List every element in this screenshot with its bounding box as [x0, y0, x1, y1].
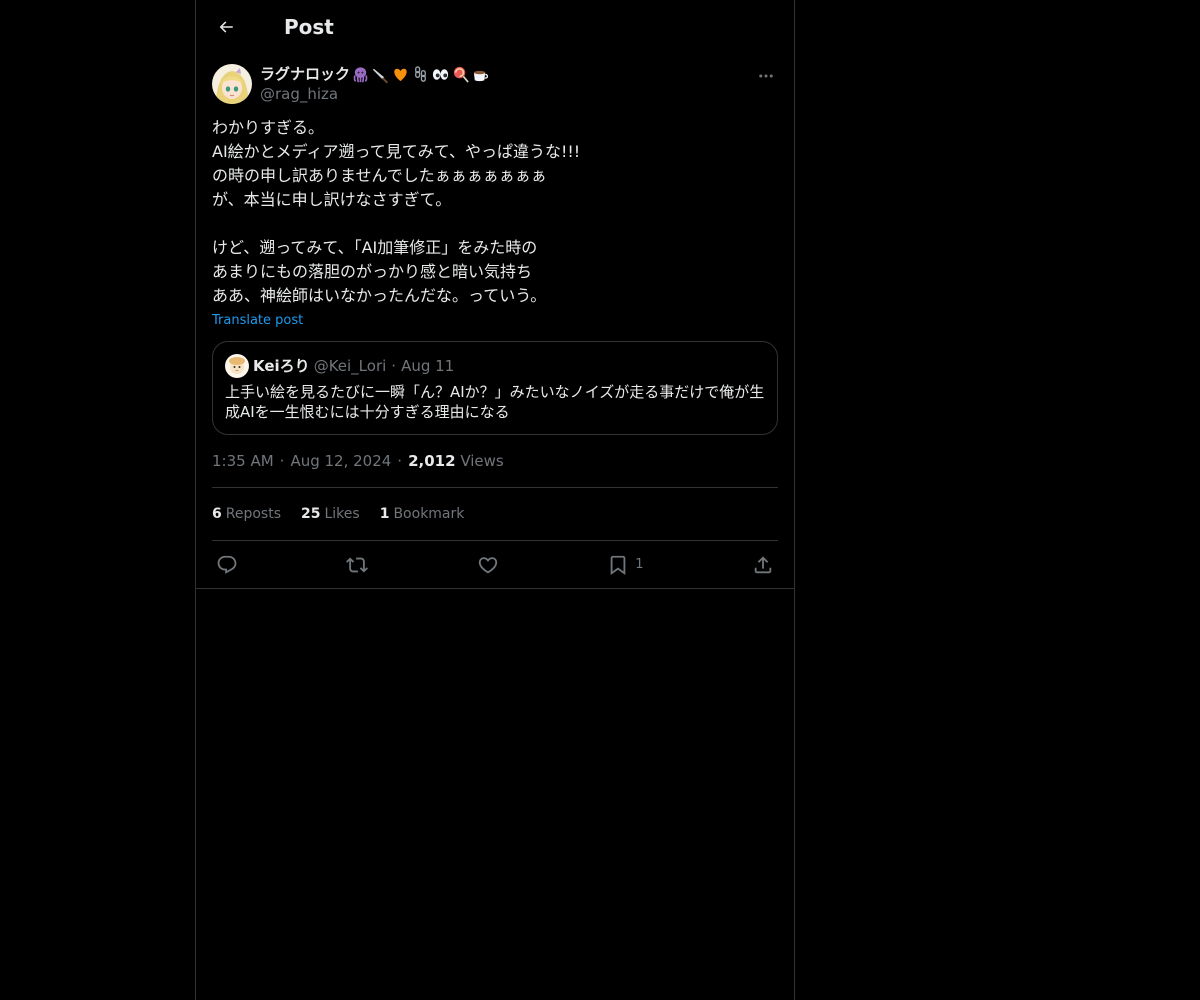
quoted-author-name: Keiろり [253, 357, 310, 375]
post-meta: 1:35 AM · Aug 12, 2024 · 2,012 Views [212, 451, 778, 488]
likes-label: Likes [324, 506, 360, 522]
post-text-line [212, 212, 778, 236]
post-text-line: わかりすぎる。 [212, 118, 325, 137]
share-button[interactable] [752, 554, 774, 576]
eyes-emoji-icon [432, 68, 449, 80]
post-date[interactable]: Aug 12, 2024 [290, 452, 391, 470]
post-time[interactable]: 1:35 AM [212, 452, 274, 470]
reply-icon [217, 555, 237, 574]
bookmark-icon [610, 555, 626, 575]
quoted-post-text: 上手い絵を見るたびに一瞬「ん？AIか？」みたいなノイズが走る事だけで俺が生成AI… [225, 383, 765, 421]
views-label: Views [460, 452, 504, 470]
quoted-post-header: Keiろり @Kei_Lori · Aug 11 [225, 354, 765, 378]
bookmarks-stat[interactable]: 1 Bookmark [380, 506, 465, 522]
repost-button[interactable] [346, 554, 369, 576]
chains-emoji-icon [415, 65, 426, 82]
views-count: 2,012 [408, 452, 456, 470]
post-header: Post [196, 0, 794, 53]
post-text-line: の時の申し訳ありませんでしたぁぁぁぁぁぁぁ [212, 166, 547, 185]
author-display-name: ラグナロック [260, 65, 351, 83]
share-icon [754, 555, 772, 573]
post-actions: 1 [212, 541, 778, 588]
bookmarks-label: Bookmark [393, 506, 465, 522]
lollipop-emoji-icon [453, 66, 469, 83]
more-options-button[interactable] [756, 66, 776, 86]
octopus-emoji-icon [353, 66, 368, 83]
name-emojis [351, 65, 490, 84]
like-button[interactable] [477, 554, 499, 576]
translate-post-link[interactable]: Translate post [212, 312, 303, 330]
coffee-emoji-icon [473, 70, 489, 81]
bookmark-button[interactable]: 1 [607, 554, 644, 576]
primary-column: Post ラグナロック @rag_hiza わかりすぎる。 AI絵かとメディア遡… [195, 0, 795, 1000]
page-title: Post [284, 14, 334, 39]
post-bottom-divider [196, 588, 794, 589]
heart-icon [478, 556, 498, 573]
knife-emoji-icon [372, 68, 389, 84]
orange-heart-emoji-icon [394, 68, 407, 81]
reposts-label: Reposts [225, 506, 281, 522]
post-text-line: が、本当に申し訳けなさすぎて。 [212, 190, 452, 209]
repost-icon [346, 557, 369, 572]
quoted-post-date: Aug 11 [401, 357, 455, 375]
author-row: ラグナロック @rag_hiza [212, 64, 778, 104]
quoted-post[interactable]: Keiろり @Kei_Lori · Aug 11 上手い絵を見るたびに一瞬「ん？… [212, 341, 778, 435]
post-text-line: AI絵かとメディア遡って見てみて、やっぱ違うな!!! [212, 142, 581, 161]
more-horizontal-icon [759, 74, 773, 78]
author-handle[interactable]: @rag_hiza [260, 84, 490, 104]
reposts-count: 6 [212, 506, 222, 522]
post-stats: 6 Reposts 25 Likes 1 Bookmark [212, 488, 778, 541]
quoted-author-handle: @Kei_Lori [313, 357, 387, 375]
author-info: ラグナロック @rag_hiza [260, 64, 490, 104]
bookmarks-count: 1 [379, 506, 390, 522]
meta-separator: · [397, 452, 403, 470]
author-avatar[interactable] [212, 64, 252, 104]
post-text-line: けど、遡ってみて、「AI加筆修正」をみた時の [212, 238, 538, 257]
post-article: ラグナロック @rag_hiza わかりすぎる。 AI絵かとメディア遡って見てみ… [196, 64, 794, 588]
quoted-separator: · [391, 357, 397, 375]
post-text-line: ああ、神絵師はいなかったんだな。っていう。 [212, 286, 547, 305]
likes-count: 25 [301, 506, 321, 522]
quoted-author-avatar [225, 354, 249, 378]
post-text: わかりすぎる。 AI絵かとメディア遡って見てみて、やっぱ違うな!!! の時の申し… [212, 116, 778, 308]
post-text-line: あまりにもの落胆のがっかり感と暗い気持ち [212, 262, 533, 281]
bookmark-count: 1 [635, 557, 644, 572]
arrow-left-icon [219, 20, 233, 33]
reply-button[interactable] [216, 554, 238, 576]
meta-separator: · [279, 452, 285, 470]
author-name[interactable]: ラグナロック [260, 64, 490, 84]
back-button[interactable] [214, 15, 238, 39]
likes-stat[interactable]: 25 Likes [301, 506, 360, 522]
reposts-stat[interactable]: 6 Reposts [212, 506, 281, 522]
